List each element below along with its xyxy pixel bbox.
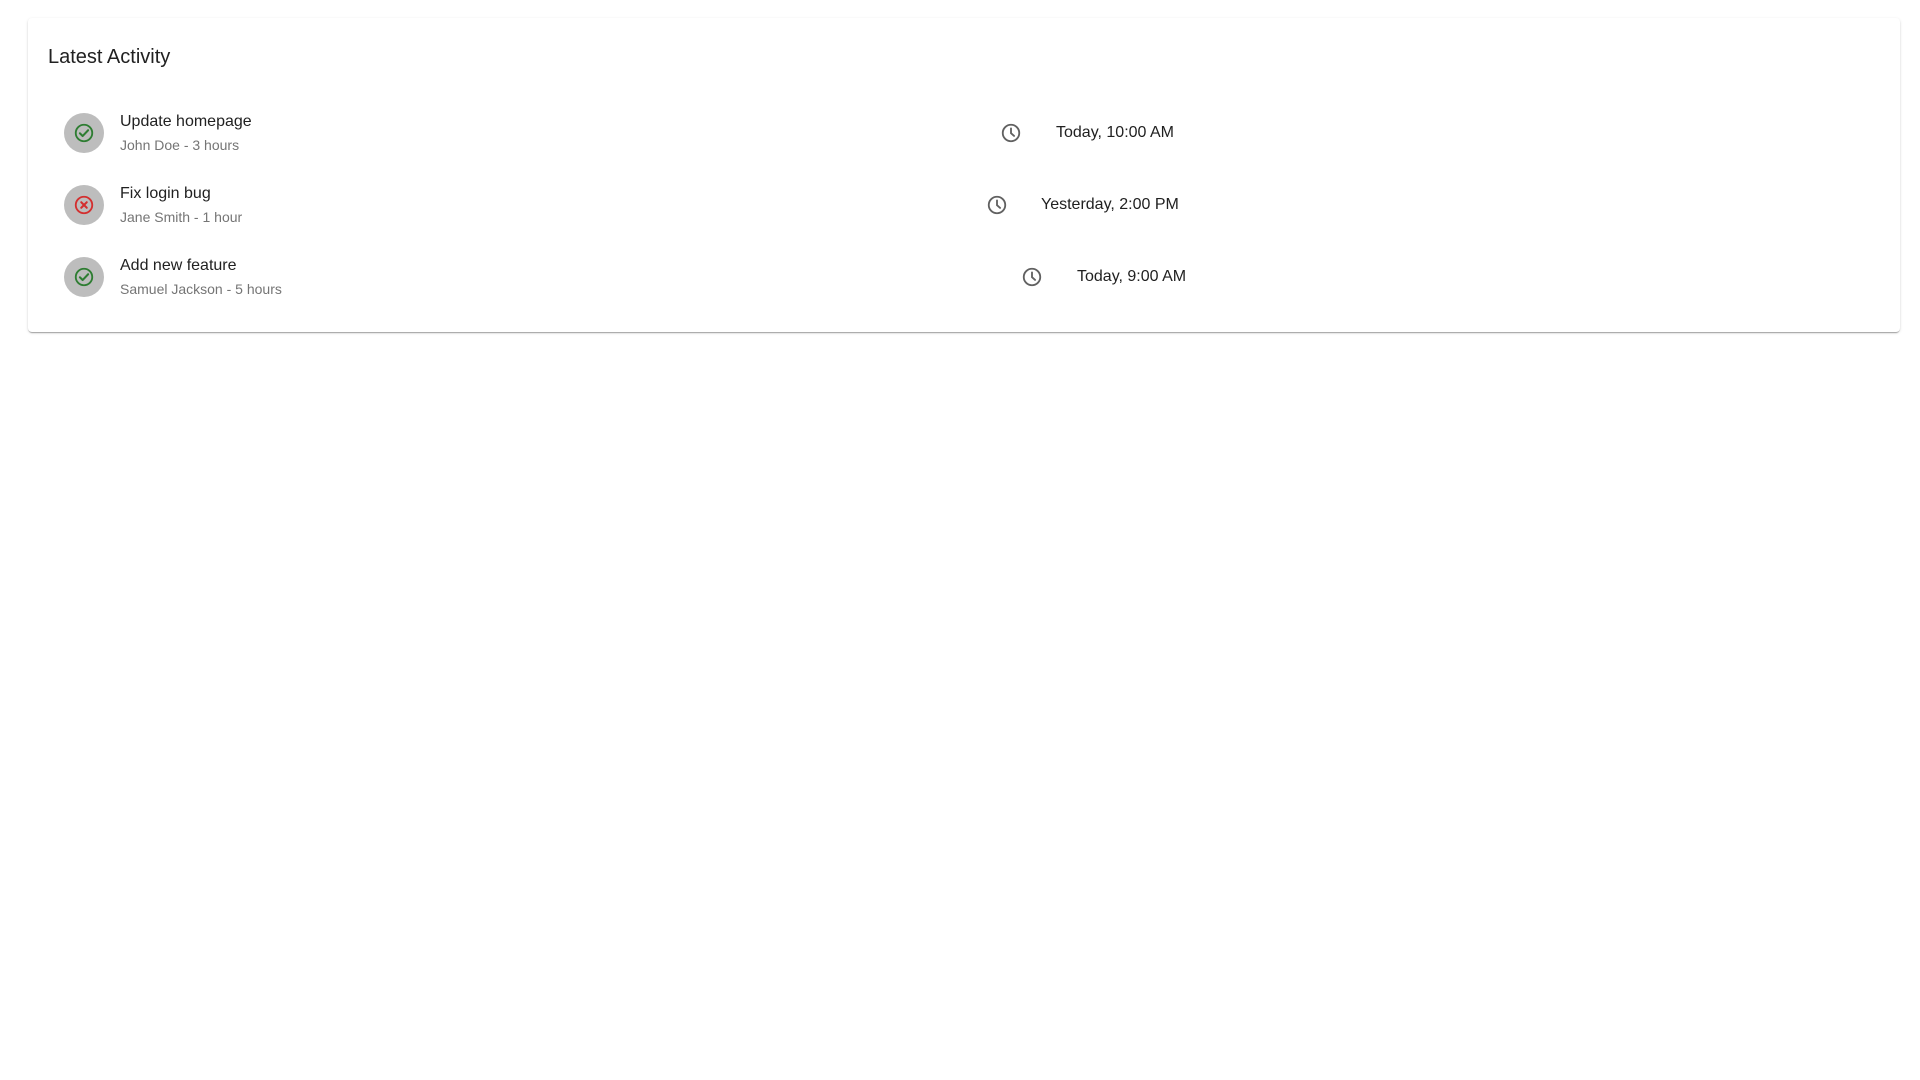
status-avatar [64, 113, 104, 153]
activity-subtitle: Samuel Jackson - 5 hours [120, 281, 282, 297]
activity-time: Today, 10:00 AM [1056, 124, 1174, 141]
activity-time: Yesterday, 2:00 PM [1041, 196, 1179, 213]
x-circle-icon [73, 194, 95, 216]
activity-title: Add new feature [120, 257, 237, 274]
status-avatar [64, 185, 104, 225]
latest-activity-card: Latest Activity Update homepage John Doe… [28, 18, 1900, 332]
status-avatar [64, 257, 104, 297]
clock-icon [1021, 266, 1043, 288]
activity-title: Fix login bug [120, 185, 211, 202]
activity-subtitle: John Doe - 3 hours [120, 137, 240, 153]
activity-subtitle: Jane Smith - 1 hour [120, 209, 243, 225]
activity-item[interactable]: Add new feature Samuel Jackson - 5 hours… [64, 247, 1864, 307]
clock-icon [1000, 122, 1022, 144]
check-circle-icon [73, 122, 95, 144]
activity-item[interactable]: Update homepage John Doe - 3 hours Today… [64, 103, 1864, 163]
card-title: Latest Activity [48, 46, 171, 68]
activity-item[interactable]: Fix login bug Jane Smith - 1 hour Yester… [64, 175, 1864, 235]
check-circle-icon [73, 266, 95, 288]
activity-time: Today, 9:00 AM [1077, 268, 1187, 285]
clock-icon [986, 194, 1008, 216]
activity-title: Update homepage [120, 113, 252, 130]
